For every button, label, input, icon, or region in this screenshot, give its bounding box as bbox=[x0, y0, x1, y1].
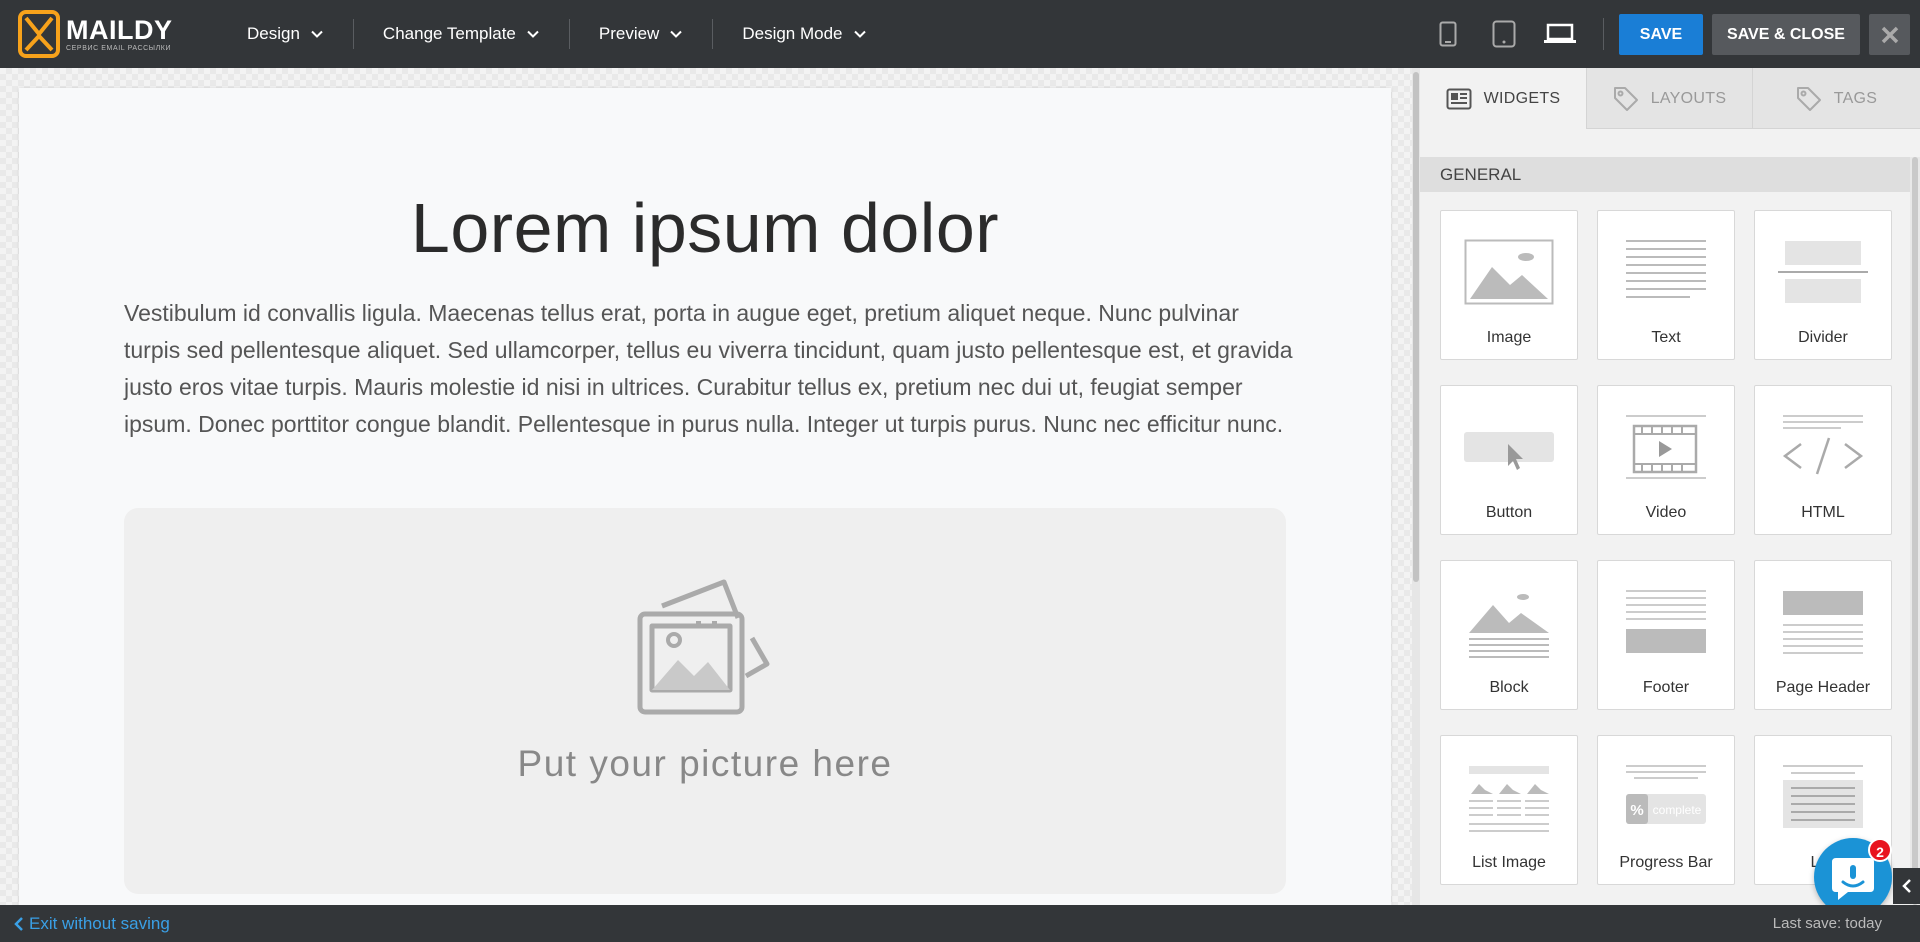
menu-change-template[interactable]: Change Template bbox=[354, 19, 569, 49]
email-body-text[interactable]: Vestibulum id convallis ligula. Maecenas… bbox=[124, 295, 1294, 443]
tab-widgets[interactable]: WIDGETS bbox=[1420, 68, 1587, 129]
menu-design[interactable]: Design bbox=[218, 19, 353, 49]
email-heading[interactable]: Lorem ipsum dolor bbox=[19, 188, 1391, 268]
tab-layouts-label: LAYOUTS bbox=[1650, 89, 1727, 107]
html-widget-icon bbox=[1782, 415, 1864, 475]
panel-scrollbar[interactable] bbox=[1910, 157, 1920, 905]
progress-symbol: % bbox=[1630, 802, 1643, 819]
device-preview-switcher bbox=[1420, 0, 1588, 68]
widget-divider[interactable]: Divider bbox=[1754, 210, 1892, 360]
tab-tags[interactable]: TAGS bbox=[1753, 68, 1920, 129]
image-placeholder-icon bbox=[637, 579, 770, 715]
progress-bar-widget-icon: % complete bbox=[1626, 765, 1706, 824]
menu-design-mode[interactable]: Design Mode bbox=[713, 19, 895, 49]
widget-text-label: Text bbox=[1651, 329, 1681, 346]
save-button[interactable]: SAVE bbox=[1619, 14, 1703, 55]
widget-block-label: Block bbox=[1489, 679, 1529, 696]
video-widget-icon bbox=[1626, 415, 1706, 479]
menu-design-label: Design bbox=[247, 24, 300, 43]
page-header-widget-icon bbox=[1783, 591, 1863, 654]
widget-html[interactable]: HTML bbox=[1754, 385, 1892, 535]
widget-button[interactable]: Button bbox=[1440, 385, 1578, 535]
tab-widgets-label: WIDGETS bbox=[1483, 89, 1561, 107]
picture-placeholder[interactable]: Put your picture here bbox=[124, 508, 1286, 894]
widget-html-label: HTML bbox=[1801, 504, 1845, 521]
divider-widget-icon bbox=[1778, 241, 1868, 303]
canvas-scrollbar[interactable] bbox=[1412, 68, 1420, 905]
widget-progress-bar[interactable]: % complete Progress Bar bbox=[1597, 735, 1735, 885]
widget-block[interactable]: Block bbox=[1440, 560, 1578, 710]
widget-list-image[interactable]: List Image bbox=[1440, 735, 1578, 885]
tab-tags-label: TAGS bbox=[1833, 89, 1878, 107]
tab-layouts[interactable]: LAYOUTS bbox=[1587, 68, 1753, 129]
brand-logo[interactable]: MAILDY СЕРВИС EMAIL РАССЫЛКИ bbox=[18, 10, 193, 58]
button-widget-icon bbox=[1464, 432, 1554, 470]
menu-design-mode-label: Design Mode bbox=[742, 24, 843, 43]
close-button[interactable] bbox=[1869, 14, 1910, 55]
list-image-widget-icon bbox=[1469, 766, 1549, 832]
menu-change-template-label: Change Template bbox=[382, 24, 516, 43]
exit-without-saving-link[interactable]: Exit without saving bbox=[14, 914, 170, 934]
close-icon bbox=[1881, 26, 1898, 43]
chevron-left-icon bbox=[14, 917, 23, 931]
section-title-general: GENERAL bbox=[1420, 157, 1910, 192]
widget-list-image-label: List Image bbox=[1472, 854, 1546, 871]
list-widget-icon bbox=[1783, 765, 1863, 828]
exit-label: Exit without saving bbox=[29, 914, 170, 933]
widget-video-label: Video bbox=[1645, 504, 1687, 521]
widget-footer[interactable]: Footer bbox=[1597, 560, 1735, 710]
tablet-view-button[interactable] bbox=[1476, 20, 1532, 48]
chevron-left-icon bbox=[1901, 879, 1911, 893]
top-toolbar: MAILDY СЕРВИС EMAIL РАССЫЛКИ Design Chan… bbox=[0, 0, 1920, 68]
progress-text: complete bbox=[1653, 803, 1702, 817]
desktop-view-button[interactable] bbox=[1532, 23, 1588, 45]
widget-page-header[interactable]: Page Header bbox=[1754, 560, 1892, 710]
chat-unread-badge: 2 bbox=[1868, 838, 1892, 862]
save-and-close-button[interactable]: SAVE & CLOSE bbox=[1712, 14, 1860, 55]
editor-canvas: Lorem ipsum dolor Vestibulum id convalli… bbox=[0, 68, 1412, 905]
logo-icon bbox=[18, 10, 60, 58]
widget-progress-bar-label: Progress Bar bbox=[1619, 854, 1713, 871]
chevron-down-icon bbox=[853, 30, 866, 38]
block-widget-icon bbox=[1469, 594, 1549, 658]
collapse-panel-button[interactable] bbox=[1893, 868, 1920, 904]
phone-icon bbox=[1439, 21, 1457, 47]
chevron-down-icon bbox=[670, 30, 683, 38]
widgets-panel: WIDGETS LAYOUTS TAGS GENERAL Image Text … bbox=[1420, 68, 1920, 905]
panel-scrollbar-thumb[interactable] bbox=[1912, 157, 1918, 905]
canvas-scrollbar-thumb[interactable] bbox=[1413, 72, 1419, 582]
widget-divider-label: Divider bbox=[1798, 329, 1848, 346]
footer-widget-icon bbox=[1626, 590, 1706, 653]
widget-button-label: Button bbox=[1485, 504, 1533, 521]
tag-icon bbox=[1613, 86, 1638, 111]
tag-icon bbox=[1796, 86, 1821, 111]
widget-video[interactable]: Video bbox=[1597, 385, 1735, 535]
menu-preview[interactable]: Preview bbox=[570, 19, 712, 49]
widget-image-label: Image bbox=[1486, 329, 1532, 346]
chevron-down-icon bbox=[311, 30, 323, 38]
mobile-view-button[interactable] bbox=[1420, 21, 1476, 47]
image-widget-icon bbox=[1464, 239, 1554, 305]
last-save-status: Last save: today bbox=[1772, 915, 1882, 932]
brand-name: MAILDY bbox=[66, 15, 173, 45]
chevron-down-icon bbox=[527, 30, 539, 38]
main-menu: Design Change Template Preview Design Mo… bbox=[218, 0, 896, 68]
bottom-status-bar: Exit without saving Last save: today bbox=[0, 905, 1920, 942]
email-preview: Lorem ipsum dolor Vestibulum id convalli… bbox=[19, 88, 1391, 905]
menu-preview-label: Preview bbox=[598, 24, 660, 43]
tablet-icon bbox=[1492, 20, 1516, 48]
laptop-icon bbox=[1544, 23, 1576, 43]
brand-tagline: СЕРВИС EMAIL РАССЫЛКИ bbox=[66, 45, 172, 52]
widget-image[interactable]: Image bbox=[1440, 210, 1578, 360]
panel-tabs: WIDGETS LAYOUTS TAGS bbox=[1420, 68, 1920, 129]
widget-page-header-label: Page Header bbox=[1775, 679, 1871, 696]
picture-placeholder-label: Put your picture here bbox=[517, 743, 893, 784]
toolbar-divider bbox=[1603, 18, 1604, 50]
widgets-icon bbox=[1446, 88, 1472, 109]
text-widget-icon bbox=[1626, 240, 1706, 298]
widget-footer-label: Footer bbox=[1642, 679, 1690, 696]
widget-text[interactable]: Text bbox=[1597, 210, 1735, 360]
